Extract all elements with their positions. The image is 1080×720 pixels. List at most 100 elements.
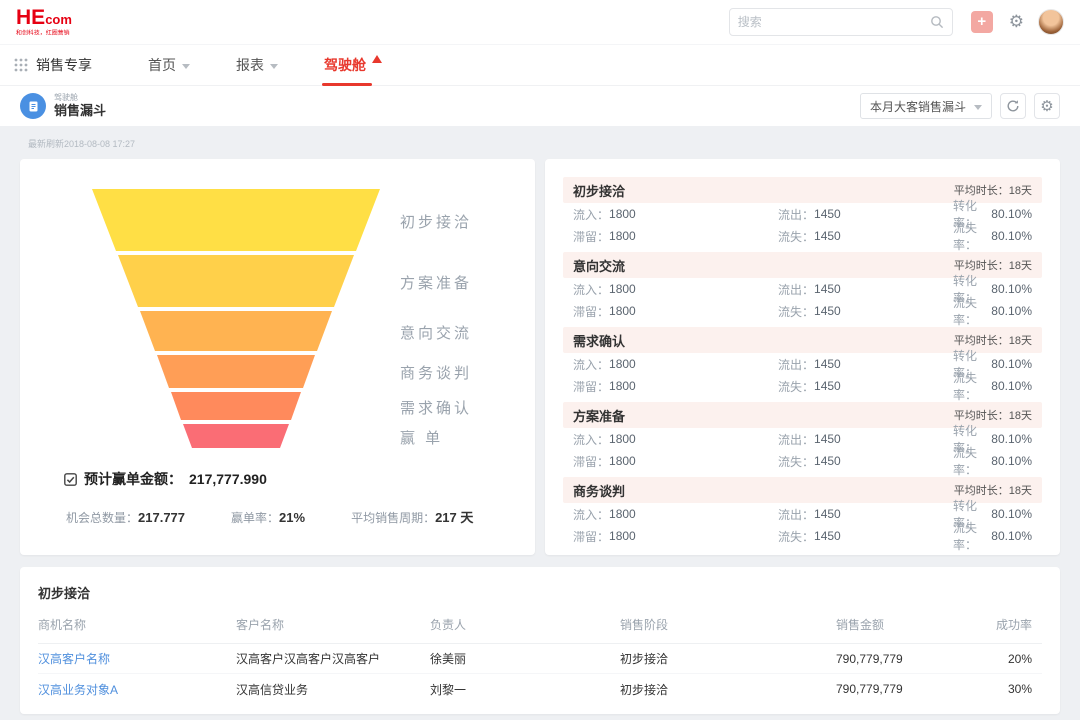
stage-block: 意向交流 平均时长：18天 流入：1800 流出：1450 转化率：80.10%… [563, 252, 1042, 322]
col-header: 销售阶段 [620, 616, 808, 633]
workspace-label: 销售专享 [36, 55, 92, 75]
funnel-segment[interactable] [92, 189, 380, 251]
funnel-chart: 初步接洽 方案准备 意向交流 商务谈判 需求确认 赢 单 [40, 189, 515, 447]
table-row: 汉高客户名称 汉高客户汉高客户汉高客户 徐美丽 初步接洽 790,779,779… [38, 644, 1042, 674]
stage-duration: 平均时长：18天 [954, 407, 1032, 423]
table-title: 初步接洽 [38, 583, 1042, 602]
opportunity-link[interactable]: 汉高客户名称 [38, 650, 236, 667]
stage-name: 需求确认 [573, 331, 625, 350]
stage-name: 意向交流 [573, 256, 625, 275]
table-row: 汉高业务对象A 汉高信贷业务 刘黎一 初步接洽 790,779,779 30% [38, 674, 1042, 704]
stage-duration: 平均时长：18天 [954, 482, 1032, 498]
funnel-card: 初步接洽 方案准备 意向交流 商务谈判 需求确认 赢 单 预计赢单金额： 217,… [20, 159, 535, 555]
stage-metric: 流失率：80.10% [953, 375, 1032, 397]
chevron-down-icon [182, 64, 190, 69]
funnel-stage-label: 需求确认 [400, 397, 472, 418]
funnel-segment[interactable] [157, 355, 315, 388]
search-icon [930, 15, 944, 29]
rate-cell: 30% [968, 682, 1042, 696]
funnel-stage-label: 赢 单 [400, 427, 443, 448]
stage-metric: 滞留：1800 [573, 225, 778, 247]
last-refresh-text: 最新刷新2018-08-08 17:27 [28, 137, 1060, 150]
nav-item-dashboard[interactable]: 驾驶舱 [324, 44, 382, 86]
hot-badge-icon [372, 55, 382, 63]
funnel-filter-select[interactable]: 本月大客销售漏斗 [860, 93, 992, 119]
stage-metric: 流失：1450 [778, 375, 953, 397]
settings-gear-icon[interactable]: ⚙ [1009, 12, 1024, 32]
stage-metric: 流失率：80.10% [953, 225, 1032, 247]
dashboard-settings-button[interactable]: ⚙ [1034, 93, 1060, 119]
stage-metric: 流入：1800 [573, 353, 778, 375]
stage-cell: 初步接洽 [620, 650, 808, 667]
nav-bar: 销售专享 首页 报表 驾驶舱 [0, 44, 1080, 86]
customer-cell: 汉高信贷业务 [236, 681, 430, 698]
stage-metric: 流出：1450 [778, 278, 953, 300]
create-button[interactable]: + [971, 11, 993, 33]
stage-metric: 滞留：1800 [573, 300, 778, 322]
global-search[interactable] [729, 8, 953, 36]
stage-name: 方案准备 [573, 406, 625, 425]
checkbox-icon [64, 473, 77, 486]
search-input[interactable] [738, 15, 930, 29]
col-header: 销售金额 [808, 616, 968, 633]
page-title: 销售漏斗 [54, 103, 106, 119]
logo: HEcom 和创科技，红圈营销 [16, 7, 79, 37]
col-header: 客户名称 [236, 616, 430, 633]
breadcrumb: 驾驶舱 [54, 93, 106, 103]
stage-metric: 流失：1450 [778, 225, 953, 247]
col-header: 成功率 [968, 616, 1042, 633]
stage-metric: 流出：1450 [778, 353, 953, 375]
amount-cell: 790,779,779 [808, 652, 968, 666]
stat-total: 机会总数量：217.777 [66, 509, 185, 526]
owner-cell: 刘黎一 [430, 681, 620, 698]
stage-metric: 滞留：1800 [573, 450, 778, 472]
top-bar: HEcom 和创科技，红圈营销 + ⚙ [0, 0, 1080, 44]
rate-cell: 20% [968, 652, 1042, 666]
stage-metric: 流入：1800 [573, 428, 778, 450]
amount-cell: 790,779,779 [808, 682, 968, 696]
chevron-down-icon [270, 64, 278, 69]
expected-amount-label: 预计赢单金额： [84, 469, 182, 489]
stage-metric: 流失：1450 [778, 450, 953, 472]
stage-metric: 流出：1450 [778, 203, 953, 225]
page-header: 驾驶舱 销售漏斗 本月大客销售漏斗 ⚙ [0, 86, 1080, 126]
funnel-segment[interactable] [118, 255, 354, 307]
stage-metric: 流入：1800 [573, 503, 778, 525]
opportunity-link[interactable]: 汉高业务对象A [38, 681, 236, 698]
stage-block: 方案准备 平均时长：18天 流入：1800 流出：1450 转化率：80.10%… [563, 402, 1042, 472]
content-area: 最新刷新2018-08-08 17:27 初步接洽 方案准备 意向交流 商务谈判… [0, 126, 1080, 714]
refresh-button[interactable] [1000, 93, 1026, 119]
stage-name: 商务谈判 [573, 481, 625, 500]
stage-metrics-panel: 初步接洽 平均时长：18天 流入：1800 流出：1450 转化率：80.10%… [545, 159, 1060, 555]
funnel-segment[interactable] [183, 424, 289, 448]
owner-cell: 徐美丽 [430, 650, 620, 667]
stage-block: 需求确认 平均时长：18天 流入：1800 流出：1450 转化率：80.10%… [563, 327, 1042, 397]
customer-cell: 汉高客户汉高客户汉高客户 [236, 650, 430, 667]
stage-duration: 平均时长：18天 [954, 182, 1032, 198]
stat-win-rate: 赢单率：21% [231, 509, 305, 526]
funnel-segment[interactable] [171, 392, 301, 420]
stage-block: 初步接洽 平均时长：18天 流入：1800 流出：1450 转化率：80.10%… [563, 177, 1042, 247]
funnel-stage-label: 方案准备 [400, 272, 472, 293]
app-launcher-icon[interactable] [14, 58, 28, 72]
col-header: 负责人 [430, 616, 620, 633]
title-block: 驾驶舱 销售漏斗 [54, 93, 106, 118]
stage-metric: 流失率：80.10% [953, 450, 1032, 472]
funnel-stage-label: 意向交流 [400, 322, 472, 343]
expected-amount-value: 217,777.990 [189, 471, 267, 487]
stage-duration: 平均时长：18天 [954, 257, 1032, 273]
chevron-down-icon [974, 105, 982, 110]
funnel-stage-label: 商务谈判 [400, 362, 472, 383]
nav-item-reports[interactable]: 报表 [236, 44, 278, 86]
stage-metric: 流出：1450 [778, 503, 953, 525]
user-avatar[interactable] [1038, 9, 1064, 35]
funnel-segment[interactable] [140, 311, 332, 351]
expected-amount: 预计赢单金额： 217,777.990 [64, 469, 515, 489]
stage-metric: 流失率：80.10% [953, 525, 1032, 547]
stage-block: 商务谈判 平均时长：18天 流入：1800 流出：1450 转化率：80.10%… [563, 477, 1042, 547]
nav-item-home[interactable]: 首页 [148, 44, 190, 86]
stage-duration: 平均时长：18天 [954, 332, 1032, 348]
gear-icon: ⚙ [1040, 97, 1053, 115]
funnel-stage-label: 初步接洽 [400, 211, 472, 232]
stage-metric: 流出：1450 [778, 428, 953, 450]
